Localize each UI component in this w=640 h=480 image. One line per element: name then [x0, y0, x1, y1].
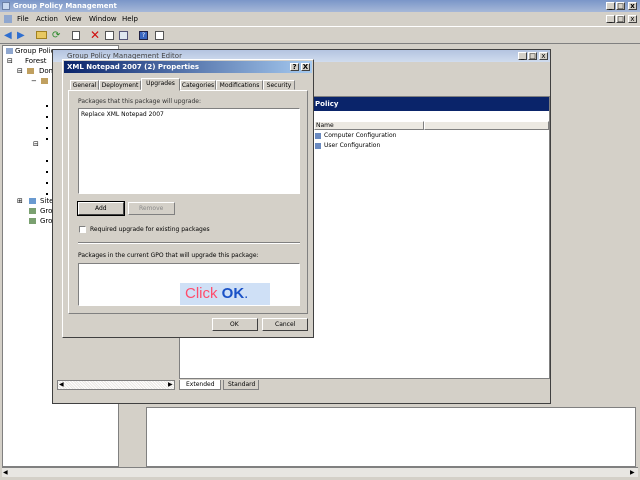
dialog-help-button[interactable]: ?: [290, 63, 299, 71]
mdi-restore-button[interactable]: □: [616, 15, 625, 23]
maximize-button[interactable]: □: [616, 2, 625, 10]
instruction-callout: Click OK.: [180, 283, 270, 305]
gpme-close-button[interactable]: x: [539, 52, 548, 60]
main-title-bar: Group Policy Management _ □ x: [0, 0, 640, 12]
upgraded-by-label: Packages in the current GPO that will up…: [78, 252, 259, 259]
gpme-minimize-button[interactable]: _: [518, 52, 527, 60]
tree-expander[interactable]: −: [31, 77, 37, 85]
scroll-right-icon[interactable]: ▶: [630, 469, 635, 476]
tree-expander[interactable]: ⊞: [17, 197, 23, 205]
refresh-icon[interactable]: ⟳: [52, 30, 60, 41]
tree-item-forest[interactable]: Forest: [25, 57, 46, 65]
menu-window[interactable]: Window: [89, 15, 117, 23]
ok-button[interactable]: OK: [212, 318, 258, 331]
scroll-left-icon[interactable]: ◀: [3, 469, 8, 476]
menu-bar: File Action View Window Help _ □ x: [0, 12, 640, 26]
back-icon[interactable]: ◀: [4, 30, 12, 41]
sites-icon: [29, 198, 36, 204]
help-icon[interactable]: ?: [139, 31, 148, 40]
tab-categories[interactable]: Categories: [180, 80, 216, 90]
add-button-label: Add: [95, 205, 107, 212]
tree-root-icon: [6, 48, 13, 54]
mdi-minimize-button[interactable]: _: [606, 15, 615, 23]
required-upgrade-label[interactable]: Required upgrade for existing packages: [90, 226, 210, 233]
list-item-computer-config[interactable]: Computer Configuration: [324, 132, 396, 139]
gpme-column-header-2[interactable]: [424, 121, 549, 130]
mdi-close-button[interactable]: x: [628, 15, 637, 23]
gpme-maximize-button[interactable]: □: [528, 52, 537, 60]
upgrades-panel: Packages that this package will upgrade:…: [68, 90, 308, 314]
scroll-right-icon[interactable]: ▶: [168, 381, 173, 388]
gpme-column-header[interactable]: Name: [314, 121, 424, 130]
dialog-title: XML Notepad 2007 (2) Properties: [67, 63, 200, 71]
delete-icon[interactable]: ✕: [90, 28, 100, 42]
user-config-icon: [315, 143, 321, 149]
callout-suffix: .: [244, 285, 249, 302]
gpme-header-title: Policy: [315, 100, 339, 108]
tree-bullet: [46, 193, 48, 195]
ok-button-label: OK: [230, 321, 239, 328]
tab-upgrades[interactable]: Upgrades: [141, 78, 180, 91]
tree-bullet: [46, 182, 48, 184]
details-content-area: [146, 407, 636, 467]
tree-expander[interactable]: ⊟: [17, 67, 23, 75]
scroll-left-icon[interactable]: ◀: [59, 381, 64, 388]
required-upgrade-checkbox[interactable]: [79, 226, 86, 233]
main-hscrollbar[interactable]: ◀ ▶: [2, 467, 638, 477]
tree-expander[interactable]: ⊟: [7, 57, 13, 65]
show-hide-icon[interactable]: [155, 31, 164, 40]
menu-help[interactable]: Help: [122, 15, 138, 23]
tree-bullet: [46, 138, 48, 140]
remove-button[interactable]: Remove: [128, 202, 175, 215]
tree-bullet: [46, 105, 48, 107]
tree-bullet: [46, 160, 48, 162]
cancel-button[interactable]: Cancel: [262, 318, 308, 331]
upgrade-list-label: Packages that this package will upgrade:: [78, 98, 201, 105]
tab-general[interactable]: General: [70, 80, 99, 90]
menu-action[interactable]: Action: [36, 15, 58, 23]
tree-bullet: [46, 127, 48, 129]
dialog-close-button[interactable]: X: [301, 63, 310, 71]
list-item-user-config[interactable]: User Configuration: [324, 142, 380, 149]
domain-icon: [27, 68, 34, 74]
menu-icon: [4, 15, 12, 23]
tab-deployment[interactable]: Deployment: [99, 80, 141, 90]
upgrade-list-item[interactable]: Replace XML Notepad 2007: [81, 111, 164, 118]
cancel-button-label: Cancel: [275, 321, 296, 328]
menu-view[interactable]: View: [65, 15, 82, 23]
gp-modeling-icon: [29, 208, 36, 214]
remove-button-label: Remove: [139, 205, 164, 212]
add-button[interactable]: Add: [77, 201, 125, 216]
tree-bullet: [46, 116, 48, 118]
gp-results-icon: [29, 218, 36, 224]
tab-standard-label: Standard: [228, 381, 256, 388]
tree-bullet: [46, 171, 48, 173]
computer-config-icon: [315, 133, 321, 139]
app-icon: [2, 2, 10, 10]
app-title: Group Policy Management: [13, 2, 117, 10]
menu-file[interactable]: File: [17, 15, 29, 23]
copy-icon[interactable]: [72, 31, 80, 40]
toolbar: ◀ ▶ ⟳ ✕ ?: [0, 26, 640, 44]
domain-node-icon: [41, 78, 48, 84]
upgrade-list[interactable]: Replace XML Notepad 2007: [78, 108, 300, 194]
properties-icon[interactable]: [105, 31, 114, 40]
export-icon[interactable]: [119, 31, 128, 40]
folder-icon[interactable]: [36, 31, 47, 39]
column-name-label: Name: [316, 122, 334, 129]
tree-expander[interactable]: ⊟: [33, 140, 39, 148]
tab-modifications[interactable]: Modifications: [216, 80, 263, 90]
dialog-title-bar: XML Notepad 2007 (2) Properties ? X: [64, 61, 312, 73]
separator: [78, 242, 300, 244]
close-button[interactable]: x: [628, 2, 637, 10]
callout-prefix: Click: [185, 285, 222, 302]
gpme-tree-hscrollbar[interactable]: ◀ ▶: [57, 380, 175, 390]
tab-security[interactable]: Security: [263, 80, 295, 90]
gpme-tab-standard[interactable]: Standard: [223, 380, 259, 390]
forward-icon[interactable]: ▶: [17, 30, 25, 41]
minimize-button[interactable]: _: [606, 2, 615, 10]
callout-strong: OK: [221, 285, 245, 302]
tab-extended-label: Extended: [186, 381, 215, 388]
gpme-tab-extended[interactable]: Extended: [179, 380, 221, 390]
